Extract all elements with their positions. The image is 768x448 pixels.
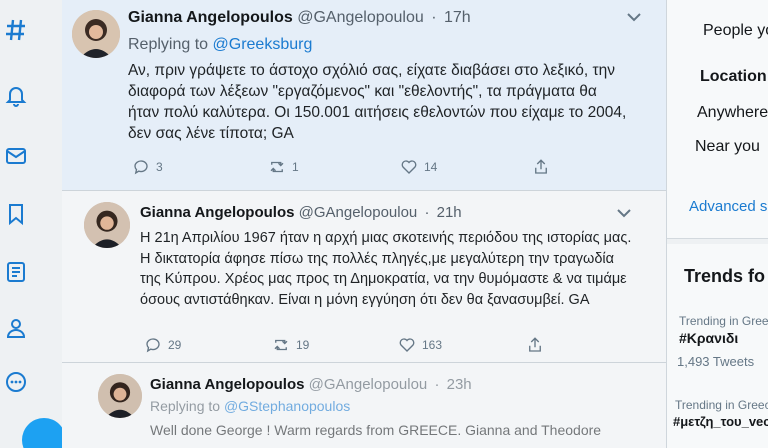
share-button[interactable] <box>532 158 550 176</box>
tweet-text: Η 21η Απριλίου 1967 ήταν η αρχή μιας σκο… <box>140 230 632 308</box>
reply-count: 29 <box>168 338 182 352</box>
like-count: 14 <box>424 160 438 174</box>
location-heading: Location <box>700 68 767 85</box>
bookmark-icon[interactable] <box>2 200 30 228</box>
display-name[interactable]: Gianna Angelopoulos <box>140 204 294 221</box>
twitter-page: Gianna Angelopoulos @GAngelopoulou · 17h… <box>0 0 768 448</box>
tweet-text: Well done George ! Warm regards from GRE… <box>150 422 602 438</box>
avatar[interactable] <box>84 202 130 248</box>
reply-button[interactable]: 29 <box>144 336 181 354</box>
search-filters-panel: People yo Location Anywhere Near you Adv… <box>667 0 768 239</box>
tweet-item[interactable]: Gianna Angelopoulos @GAngelopoulou · 21h… <box>62 190 666 363</box>
tweet-actions: 3 1 14 <box>132 158 552 178</box>
tweet-item[interactable]: Gianna Angelopoulos @GAngelopoulou · 17h… <box>62 0 666 191</box>
replying-to-user-link[interactable]: @Greeksburg <box>213 36 313 53</box>
tweet-item[interactable]: Gianna Angelopoulos @GAngelopoulou · 23h… <box>62 362 666 448</box>
chevron-down-icon[interactable] <box>626 12 642 22</box>
replying-to-label: Replying to <box>128 36 209 53</box>
chevron-down-icon[interactable] <box>616 208 632 218</box>
retweet-button[interactable]: 1 <box>268 158 299 176</box>
tweet-header: Gianna Angelopoulos @GAngelopoulou · 21h <box>140 204 462 221</box>
like-count: 163 <box>422 338 443 352</box>
separator-dot: · <box>434 376 440 393</box>
separator-dot: · <box>431 9 437 26</box>
right-sidebar: People yo Location Anywhere Near you Adv… <box>667 0 768 448</box>
tweet-text: Αν, πριν γράψετε το άστοχο σχόλιό σας, ε… <box>128 62 627 142</box>
advanced-search-link[interactable]: Advanced se <box>689 198 768 215</box>
heart-icon <box>401 160 417 174</box>
avatar[interactable] <box>98 374 142 418</box>
timeline: Gianna Angelopoulos @GAngelopoulou · 17h… <box>62 0 667 448</box>
tweet-time[interactable]: 17h <box>444 9 471 26</box>
bell-icon[interactable] <box>2 82 30 110</box>
list-icon[interactable] <box>2 258 30 286</box>
trend-name[interactable]: #μετζη_του_vec <box>673 414 768 429</box>
left-nav-sidebar <box>0 0 66 448</box>
reply-icon <box>134 160 148 175</box>
retweet-icon <box>274 339 288 351</box>
replying-to: Replying to @Greeksburg <box>128 36 312 54</box>
tweet-header: Gianna Angelopoulos @GAngelopoulou · 17h <box>128 9 471 27</box>
replying-to: Replying to @GStephanopoulos <box>150 398 350 414</box>
trends-heading: Trends fo <box>684 266 766 286</box>
retweet-count: 19 <box>296 338 310 352</box>
like-button[interactable]: 163 <box>398 336 442 354</box>
location-near-you-option[interactable]: Near you <box>695 138 760 156</box>
trend-context: Trending in Greece <box>679 314 768 328</box>
retweet-count: 1 <box>292 160 299 174</box>
trend-count: 1,493 Tweets <box>677 354 755 369</box>
compose-tweet-button[interactable] <box>22 418 66 448</box>
profile-icon[interactable] <box>2 314 30 342</box>
reply-icon <box>146 338 160 353</box>
display-name[interactable]: Gianna Angelopoulos <box>128 9 293 26</box>
retweet-icon <box>270 161 284 173</box>
share-icon <box>535 159 547 174</box>
separator-dot: · <box>424 204 430 221</box>
reply-button[interactable]: 3 <box>132 158 163 176</box>
mail-icon[interactable] <box>2 142 30 170</box>
reply-count: 3 <box>156 160 163 174</box>
replying-to-label: Replying to <box>150 398 221 414</box>
user-handle[interactable]: @GAngelopoulou <box>309 376 428 393</box>
heart-icon <box>399 338 415 352</box>
tweet-time[interactable]: 21h <box>437 204 462 221</box>
user-handle[interactable]: @GAngelopoulou <box>299 204 418 221</box>
share-icon <box>529 337 541 352</box>
tweet-time[interactable]: 23h <box>447 376 472 393</box>
people-filter-label[interactable]: People yo <box>703 22 768 40</box>
tweet-header: Gianna Angelopoulos @GAngelopoulou · 23h <box>150 376 472 393</box>
replying-to-user-link[interactable]: @GStephanopoulos <box>224 398 350 414</box>
user-handle[interactable]: @GAngelopoulou <box>297 9 424 26</box>
trends-panel: Trends fo Trending in Greece #Κρανιδι 1,… <box>667 244 768 448</box>
retweet-button[interactable]: 19 <box>272 336 309 354</box>
display-name[interactable]: Gianna Angelopoulos <box>150 376 304 393</box>
like-button[interactable]: 14 <box>400 158 437 176</box>
tweet-actions: 29 19 163 <box>144 336 564 356</box>
share-button[interactable] <box>526 336 544 354</box>
avatar[interactable] <box>72 10 120 58</box>
trend-name[interactable]: #Κρανιδι <box>679 330 738 346</box>
hashtag-icon[interactable] <box>2 16 30 44</box>
trend-context: Trending in Greece <box>675 398 768 412</box>
location-anywhere-option[interactable]: Anywhere <box>697 104 768 122</box>
more-icon[interactable] <box>2 368 30 396</box>
